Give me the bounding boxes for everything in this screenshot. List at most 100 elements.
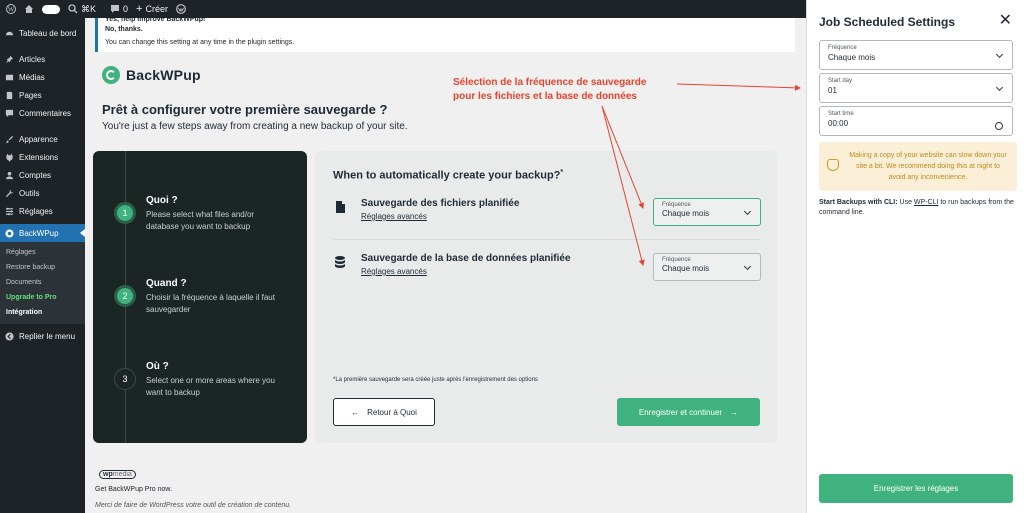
save-continue-label: Enregistrer et continuer	[638, 407, 723, 417]
sidebar-item-articles[interactable]: Articles	[0, 50, 85, 68]
select-label: Fréquence	[662, 257, 691, 263]
schedule-settings-drawer: Job Scheduled Settings ✕ Fréquence Chaqu…	[806, 0, 1024, 513]
site-toggle[interactable]	[42, 4, 60, 14]
step-description: Please select what files and/or database…	[146, 210, 255, 231]
step-what: 1 Quoi ? Please select what files and/or…	[114, 195, 281, 233]
sidebar-item-reglages[interactable]: Réglages	[0, 202, 85, 220]
sidebar-item-commentaires[interactable]: Commentaires	[0, 104, 85, 122]
notice-info: You can change this setting at any time …	[105, 39, 295, 46]
submenu-item-documents[interactable]: Documents	[0, 275, 85, 290]
wp-cli-link[interactable]: WP-CLI	[914, 199, 939, 206]
plus-icon: +	[136, 2, 143, 15]
media-icon	[5, 74, 14, 80]
callout-line-2: pour les fichiers et la base de données	[453, 91, 637, 102]
field-label: Fréquence	[828, 45, 857, 51]
save-settings-button[interactable]: Enregistrer les réglages	[819, 474, 1013, 503]
cli-hint: Start Backups with CLI: Use WP-CLI to ru…	[819, 198, 1015, 218]
step-when: 2 Quand ? Choisir la fréquence à laquell…	[114, 278, 281, 316]
submenu-item-upgrade[interactable]: Upgrade to Pro	[0, 290, 85, 305]
get-pro-link[interactable]: Get BackWPup Pro now.	[95, 486, 172, 493]
sidebar-item-tableau-de-bord[interactable]: Tableau de bord	[0, 24, 85, 42]
sidebar-item-label: Outils	[19, 188, 40, 198]
sidebar-item-pages[interactable]: Pages	[0, 86, 85, 104]
field-value: Chaque mois	[828, 53, 876, 62]
files-frequency-select[interactable]: Fréquence Chaque mois	[653, 198, 761, 226]
sidebar-item-label: Tableau de bord	[19, 28, 77, 38]
sidebar-item-label: Articles	[19, 54, 46, 64]
submenu-item-restore[interactable]: Restore backup	[0, 260, 85, 275]
shield-warning-icon	[827, 159, 839, 171]
page-title: Prêt à configurer votre première sauvega…	[102, 102, 388, 117]
collapse-menu-button[interactable]: Replier le menu	[0, 327, 85, 345]
comment-icon	[5, 109, 14, 117]
field-label: Start time	[828, 111, 854, 117]
submenu-item-settings[interactable]: Réglages	[0, 245, 85, 260]
main-content: Yes, help improve BackWPup! No, thanks. …	[85, 16, 805, 513]
wpmedia-icon[interactable]	[176, 4, 186, 14]
svg-text:W: W	[8, 6, 15, 14]
comments-link[interactable]: 0	[110, 4, 128, 14]
plugin-icon	[6, 153, 13, 162]
sidebar-item-label: Extensions	[19, 152, 59, 162]
wp-footer-thanks: Merci de faire de WordPress votre outil …	[95, 502, 292, 509]
row-title: Sauvegarde de la base de données planifi…	[361, 253, 571, 264]
wrench-icon	[5, 189, 14, 197]
drawer-title: Job Scheduled Settings	[819, 15, 956, 29]
advanced-settings-link[interactable]: Réglages avancés	[361, 212, 653, 221]
backwpup-submenu: Réglages Restore backup Documents Upgrad…	[0, 242, 85, 324]
home-icon[interactable]	[24, 4, 34, 14]
sidebar-item-medias[interactable]: Médias	[0, 68, 85, 86]
command-palette[interactable]: ⌘K	[68, 4, 96, 15]
page-icon	[6, 91, 13, 99]
wordpress-logo-icon[interactable]: W	[6, 4, 16, 14]
database-schedule-row: Sauvegarde de la base de données planifi…	[333, 253, 761, 281]
wpmedia-logo-wp: wp	[103, 471, 113, 478]
advanced-settings-link[interactable]: Réglages avancés	[361, 267, 653, 276]
new-label: Créer	[145, 4, 168, 14]
brush-icon	[5, 135, 14, 143]
settings-icon	[5, 207, 14, 215]
step-where: 3 Où ? Select one or more areas where yo…	[114, 361, 281, 399]
callout-line-1: Sélection de la fréquence de sauvegarde	[453, 77, 647, 88]
step-description: Select one or more areas where you want …	[146, 376, 275, 397]
comments-count: 0	[123, 4, 129, 14]
performance-warning: Making a copy of your website can slow d…	[819, 142, 1017, 191]
notice-decline-link[interactable]: No, thanks.	[105, 26, 795, 33]
back-button-label: Retour à Quoi	[367, 407, 417, 417]
step-title: Où ?	[146, 361, 169, 372]
backwpup-icon	[5, 228, 14, 238]
callout-annotation: Sélection de la fréquence de sauvegarde …	[453, 76, 646, 104]
sidebar-item-outils[interactable]: Outils	[0, 184, 85, 202]
command-shortcut: ⌘K	[81, 3, 97, 14]
sidebar-item-label: Comptes	[19, 170, 52, 180]
frequency-select[interactable]: Fréquence Chaque mois	[819, 40, 1013, 70]
save-continue-button[interactable]: Enregistrer et continuer →	[617, 398, 760, 426]
page-subtitle: You're just a few steps away from creati…	[102, 121, 408, 132]
search-icon	[68, 4, 78, 14]
start-time-input[interactable]: Start time 00:00	[819, 106, 1013, 136]
steps-panel: 1 Quoi ? Please select what files and/or…	[93, 151, 307, 443]
sidebar-item-extensions[interactable]: Extensions	[0, 148, 85, 166]
tracking-notice: Yes, help improve BackWPup! No, thanks. …	[95, 16, 795, 52]
arrow-left-icon: ←	[351, 407, 360, 417]
step-number: 3	[114, 368, 136, 390]
field-value: 00:00	[828, 119, 849, 128]
sidebar-item-comptes[interactable]: Comptes	[0, 166, 85, 184]
schedule-panel: When to automatically create your backup…	[315, 151, 777, 443]
step-title: Quand ?	[146, 278, 187, 289]
backwpup-logo: BackWPup	[102, 66, 201, 84]
database-frequency-select[interactable]: Fréquence Chaque mois	[653, 253, 761, 281]
files-schedule-row: Sauvegarde des fichiers planifiée Réglag…	[333, 198, 761, 226]
sidebar-item-label: Apparence	[19, 134, 58, 144]
sidebar-item-backwpup[interactable]: BackWPup	[0, 224, 85, 242]
back-button[interactable]: ← Retour à Quoi	[333, 398, 435, 426]
dashboard-icon	[5, 31, 14, 35]
submenu-item-integration[interactable]: Intégration	[0, 305, 85, 320]
step-number: 1	[114, 202, 136, 224]
close-icon[interactable]: ✕	[999, 13, 1012, 29]
sidebar-item-apparence[interactable]: Apparence	[0, 130, 85, 148]
new-content-link[interactable]: + Créer	[136, 2, 168, 15]
notice-accept-link[interactable]: Yes, help improve BackWPup!	[105, 16, 795, 23]
start-day-select[interactable]: Start day 01	[819, 73, 1013, 103]
user-icon	[5, 171, 14, 179]
